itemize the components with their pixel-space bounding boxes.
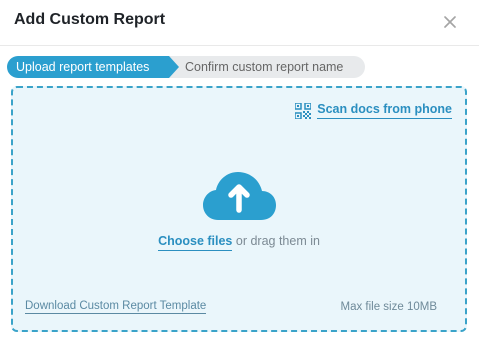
step-confirm-custom-report-name[interactable]: Confirm custom report name	[167, 56, 365, 78]
choose-files-link[interactable]: Choose files	[158, 234, 233, 251]
stepper: Upload report templates Confirm custom r…	[7, 56, 365, 78]
upload-dropzone[interactable]: Scan docs from phone Choose files or dra…	[11, 86, 467, 332]
max-file-size-text: Max file size 10MB	[340, 301, 437, 313]
scan-docs-label[interactable]: Scan docs from phone	[317, 102, 452, 119]
close-icon[interactable]	[443, 15, 457, 29]
scan-docs-link[interactable]: Scan docs from phone	[295, 102, 452, 119]
dialog-header: Add Custom Report	[0, 0, 479, 46]
cloud-upload-icon	[203, 172, 276, 220]
add-custom-report-dialog: Add Custom Report Upload report template…	[0, 0, 479, 346]
dialog-title: Add Custom Report	[14, 11, 166, 28]
qr-code-icon	[295, 102, 312, 119]
drag-instructions-text: or drag them in	[232, 234, 320, 248]
download-template-link[interactable]: Download Custom Report Template	[25, 300, 207, 314]
step-upload-report-templates[interactable]: Upload report templates	[7, 56, 179, 78]
drop-instructions: Choose files or drag them in	[13, 234, 465, 251]
